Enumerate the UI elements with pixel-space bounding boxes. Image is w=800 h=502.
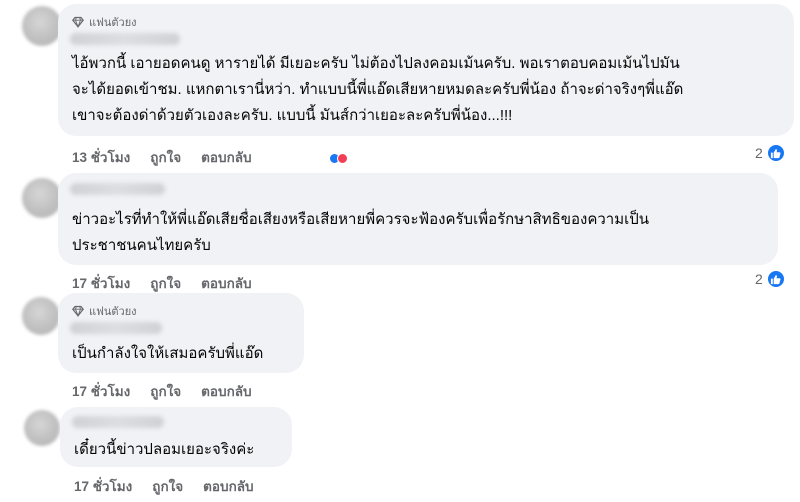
like-button[interactable]: ถูกใจ	[150, 146, 181, 168]
reply-button[interactable]: ตอบกลับ	[201, 146, 251, 168]
avatar[interactable]	[24, 410, 60, 446]
thumbs-up-icon	[765, 143, 786, 163]
timestamp[interactable]: 17 ชั่วโมง	[72, 272, 130, 294]
author-name[interactable]	[70, 33, 180, 45]
comment-actions: 13 ชั่วโมง ถูกใจ ตอบกลับ	[72, 146, 252, 168]
author-name[interactable]	[70, 183, 165, 195]
reply-button[interactable]: ตอบกลับ	[201, 380, 251, 402]
like-button[interactable]: ถูกใจ	[150, 272, 181, 294]
author-name[interactable]	[72, 416, 164, 428]
top-fan-badge: แฟนตัวยง	[72, 13, 137, 31]
avatar[interactable]	[22, 6, 62, 46]
comment-actions: 17 ชั่วโมง ถูกใจ ตอบกลับ	[72, 380, 252, 402]
badge-label: แฟนตัวยง	[89, 306, 137, 318]
avatar[interactable]	[22, 178, 62, 218]
comment-text: ข่าวอะไรที่ทำให้พี่แอ๊ดเสียชื่อเสียงหรือ…	[72, 211, 650, 254]
diamond-icon	[72, 16, 84, 28]
reaction-count[interactable]: 2	[755, 143, 786, 163]
comment-text: เป็นกำลังใจให้เสมอครับพี่แอ๊ด	[72, 345, 264, 362]
badge-label: แฟนตัวยง	[89, 17, 137, 29]
comment-actions: 17 ชั่วโมง ถูกใจ ตอบกลับ	[74, 475, 254, 497]
timestamp[interactable]: 13 ชั่วโมง	[72, 146, 130, 168]
timestamp[interactable]: 17 ชั่วโมง	[72, 380, 130, 402]
reply-button[interactable]: ตอบกลับ	[203, 475, 253, 497]
diamond-icon	[72, 305, 84, 317]
thumbs-up-icon	[765, 269, 786, 289]
like-button[interactable]: ถูกใจ	[152, 475, 183, 497]
top-fan-badge: แฟนตัวยง	[72, 302, 137, 320]
comment-actions: 17 ชั่วโมง ถูกใจ ตอบกลับ	[72, 272, 252, 294]
reaction-count[interactable]: 2	[755, 269, 786, 289]
comment-text: ไอ้พวกนี้ เอายอดคนดู หารายได้ มีเยอะครับ…	[72, 55, 684, 124]
author-name[interactable]	[70, 322, 162, 334]
avatar[interactable]	[22, 297, 60, 335]
reaction-icons	[329, 153, 348, 164]
like-button[interactable]: ถูกใจ	[150, 380, 181, 402]
reply-button[interactable]: ตอบกลับ	[201, 272, 251, 294]
timestamp[interactable]: 17 ชั่วโมง	[74, 475, 132, 497]
comment-text: เดี๋ยวนี้ข่าวปลอมเยอะจริงค่ะ	[74, 441, 255, 458]
